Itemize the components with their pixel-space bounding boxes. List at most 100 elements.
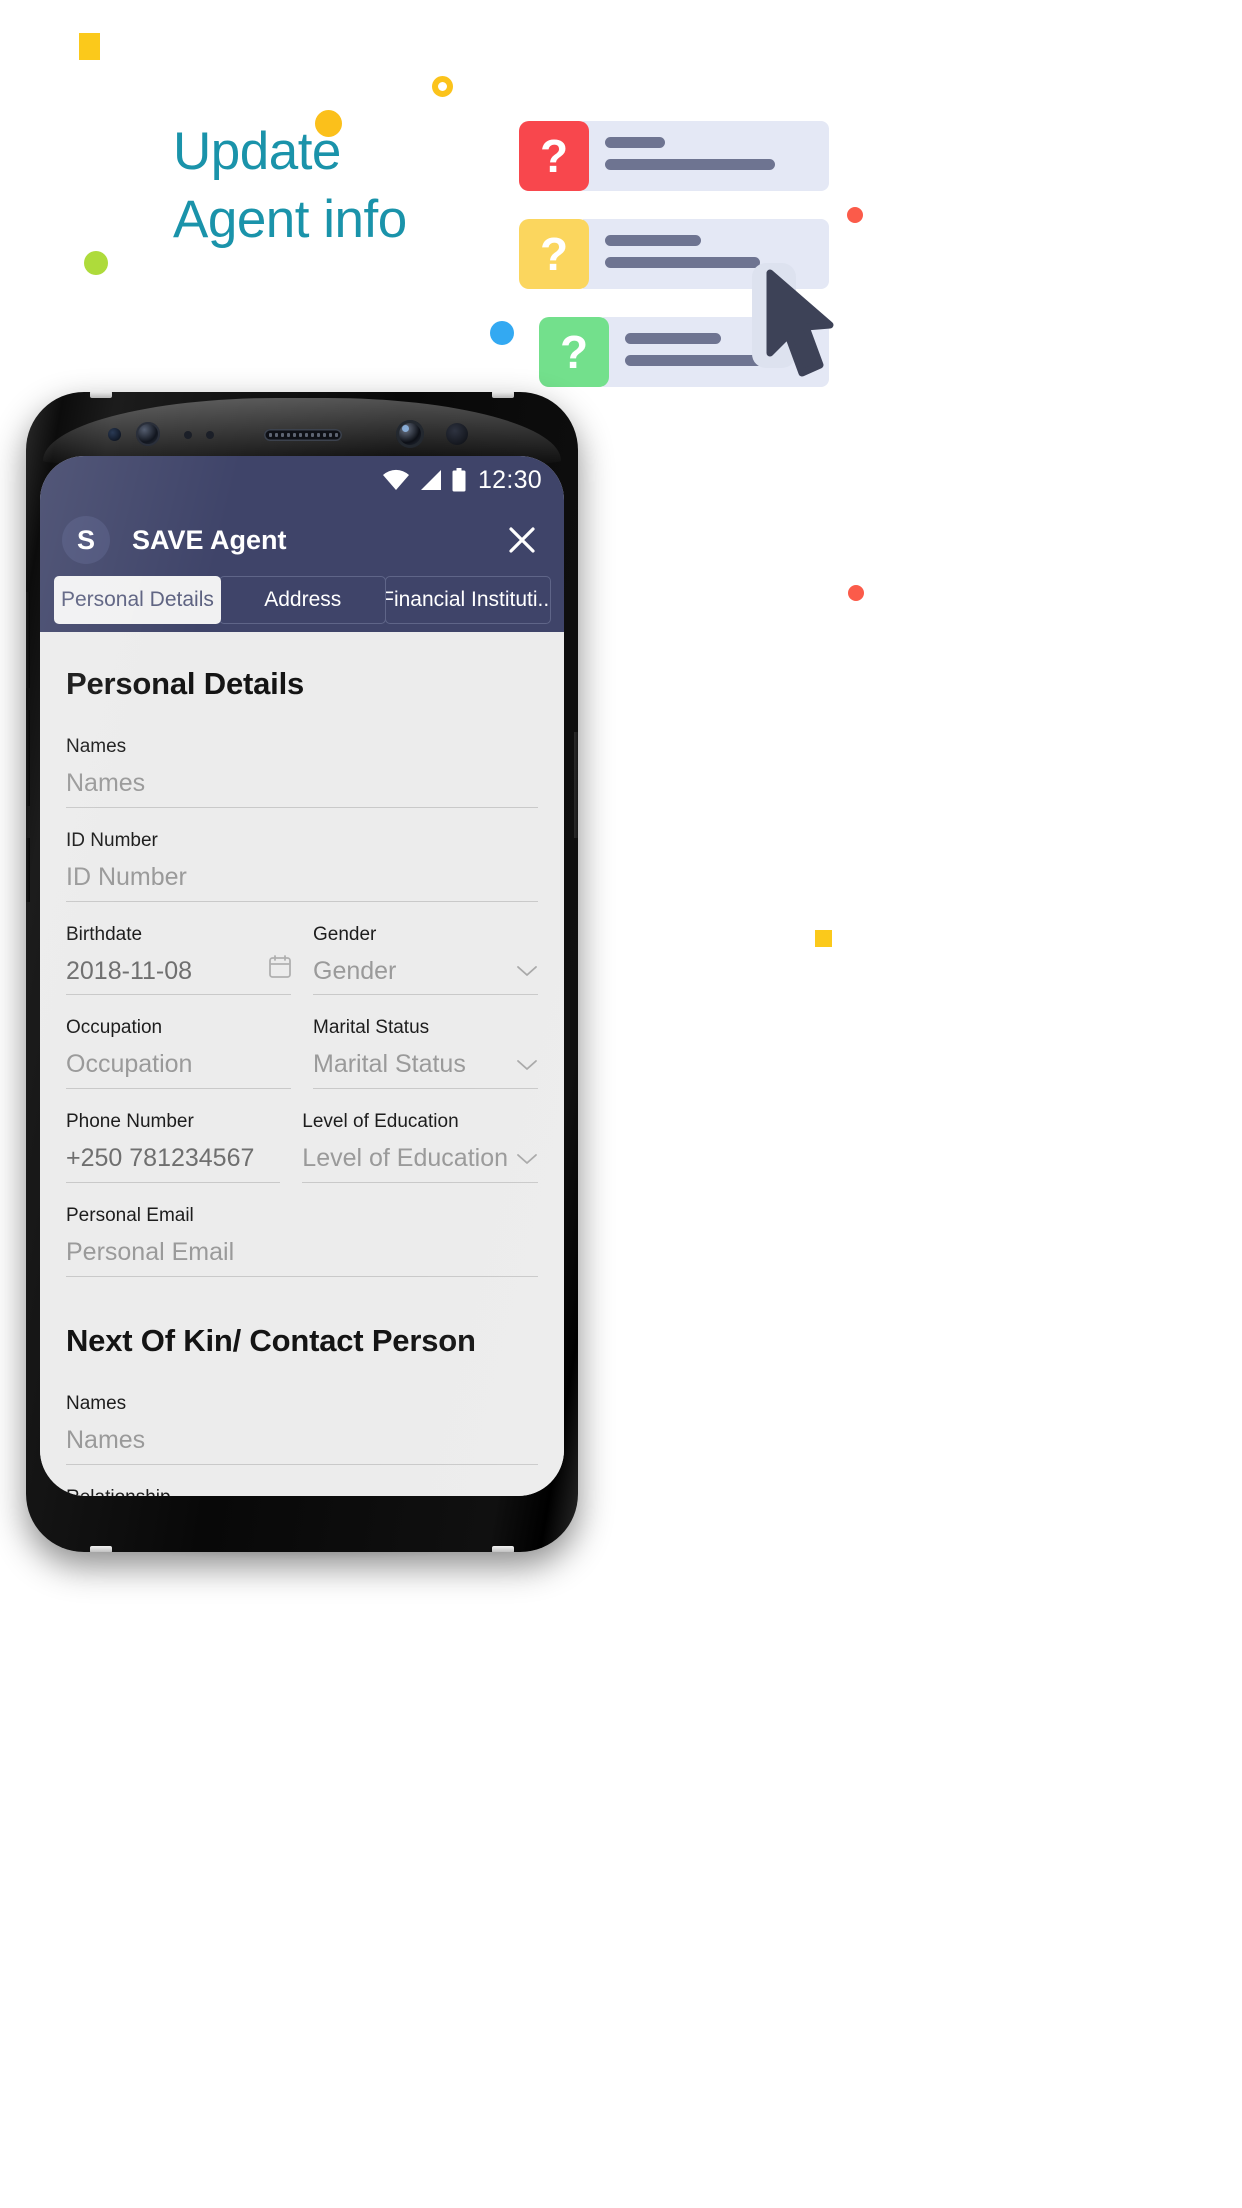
field-birthdate: Birthdate 2018-11-08 [66,902,291,996]
decor-square-yellow-top-left [79,33,100,60]
field-label: Occupation [66,1017,163,1039]
chevron-down-icon[interactable] [516,964,538,985]
placeholder-line [625,333,721,344]
antenna-nub [90,1546,112,1552]
field-occupation: Occupation Occupation [66,995,291,1090]
text-input[interactable]: +250 781234567 [66,1143,281,1183]
faq-card-row: ? [519,121,829,191]
text-input[interactable]: Names [66,1425,538,1465]
close-button[interactable] [502,520,542,560]
field-label: Marital Status [313,1017,430,1039]
field-row: Occupation Occupation Marital Status Mar… [66,995,538,1090]
field-label: Level of Education [302,1111,459,1133]
select-input[interactable]: Level of Education [302,1143,538,1183]
field-label: Personal Email [66,1204,194,1226]
tab-personal-details[interactable]: Personal Details [54,576,221,624]
decor-dot-red-lower [848,585,864,601]
placeholder-line [605,235,701,246]
page-title: SAVE Agent [132,524,287,555]
field-value: 2018-11-08 [66,956,193,985]
field-value: Level of Education [302,1144,508,1173]
field-names: Names Names [66,714,538,808]
phone-screen: 12:30 S SAVE Agent Personal Details Addr… [40,456,564,1496]
chevron-down-icon[interactable] [516,1058,538,1079]
question-mark-icon: ? [519,219,589,289]
power-button[interactable] [574,732,578,838]
status-led-icon [446,423,468,445]
field-row: Personal Email Personal Email [66,1183,538,1277]
cell-signal-icon [420,470,441,490]
field-label: Phone Number [66,1111,194,1133]
volume-up-button[interactable] [26,592,30,688]
field-value: ID Number [66,862,187,891]
tab-financial-institution[interactable]: Financial Instituti... [384,576,552,624]
field-row: Phone Number +250 781234567 Level of Edu… [66,1089,538,1183]
field-value: Personal Email [66,1238,235,1267]
field-row: Birthdate 2018-11-08 Gender Gender [66,902,538,996]
placeholder-line [605,137,665,148]
text-input[interactable]: ID Number [66,862,538,902]
faq-card-body [583,121,829,191]
battery-full-icon [452,468,466,492]
field-label: Gender [313,923,377,945]
field-gender: Gender Gender [313,902,538,996]
status-bar-clock: 12:30 [477,465,542,494]
field-value: Names [66,769,146,798]
field-value: Occupation [66,1050,193,1079]
chevron-down-icon[interactable] [516,1152,538,1173]
page-root: Update Agent info ? ? ? 12:30 S SAVE Age… [0,0,1242,2208]
decor-dot-blue [490,321,514,345]
email-input[interactable]: Personal Email [66,1237,538,1277]
question-mark-icon: ? [519,121,589,191]
field-row: Names Names [66,1371,538,1465]
decor-dot-green [84,251,108,275]
front-camera-icon [396,420,424,448]
placeholder-line [605,257,760,268]
field-row: Names Names [66,714,538,808]
earpiece-speaker-icon [264,429,342,441]
section-heading-next-of-kin: Next Of Kin/ Contact Person [66,1322,476,1358]
close-icon [509,527,535,553]
field-marital-status: Marital Status Marital Status [313,995,538,1090]
decor-square-yellow-right [815,930,832,947]
field-id-number: ID Number ID Number [66,808,538,902]
field-personal-email: Personal Email Personal Email [66,1183,538,1277]
avatar: S [62,516,110,564]
field-phone-number: Phone Number +250 781234567 [66,1089,281,1183]
mouse-pointer-icon [766,269,834,377]
text-input[interactable]: Occupation [66,1049,291,1090]
field-value: +250 781234567 [66,1144,255,1173]
field-value: Marital Status [313,1050,466,1079]
calendar-icon[interactable] [269,955,291,985]
android-status-bar: 12:30 [40,456,564,504]
iris-scanner-icon [136,422,160,446]
app-bar: S SAVE Agent [40,504,564,576]
antenna-nub [90,392,112,398]
bixby-button[interactable] [26,838,30,902]
select-input[interactable]: Gender [313,955,538,996]
phone-body: 12:30 S SAVE Agent Personal Details Addr… [26,392,578,1552]
ir-sensor-icon [108,428,121,441]
antenna-nub [492,1546,514,1552]
field-row: Relationship Relationship [66,1465,538,1496]
placeholder-line [605,159,775,170]
field-label: Relationship [66,1487,538,1496]
field-row: ID Number ID Number [66,808,538,902]
field-label: Birthdate [66,923,143,945]
field-kin-names: Names Names [66,1371,538,1465]
question-mark-icon: ? [539,317,609,387]
tab-bar: Personal Details Address Financial Insti… [40,576,564,632]
section-heading-personal-details: Personal Details [66,666,305,701]
form-scroll-area[interactable]: Personal Details Names Names ID Number I… [40,632,564,1496]
phone-sensor-cluster [26,412,578,458]
select-input[interactable]: Marital Status [313,1049,538,1090]
date-input[interactable]: 2018-11-08 [66,955,291,996]
decor-dot-red-upper [847,207,863,223]
volume-down-button[interactable] [26,710,30,806]
tab-address[interactable]: Address [219,576,387,624]
field-label: ID Number [66,829,158,851]
text-input[interactable]: Names [66,768,538,808]
decor-ring-yellow [432,76,453,97]
field-level-of-education: Level of Education Level of Education [302,1089,538,1183]
wifi-icon [382,469,409,490]
